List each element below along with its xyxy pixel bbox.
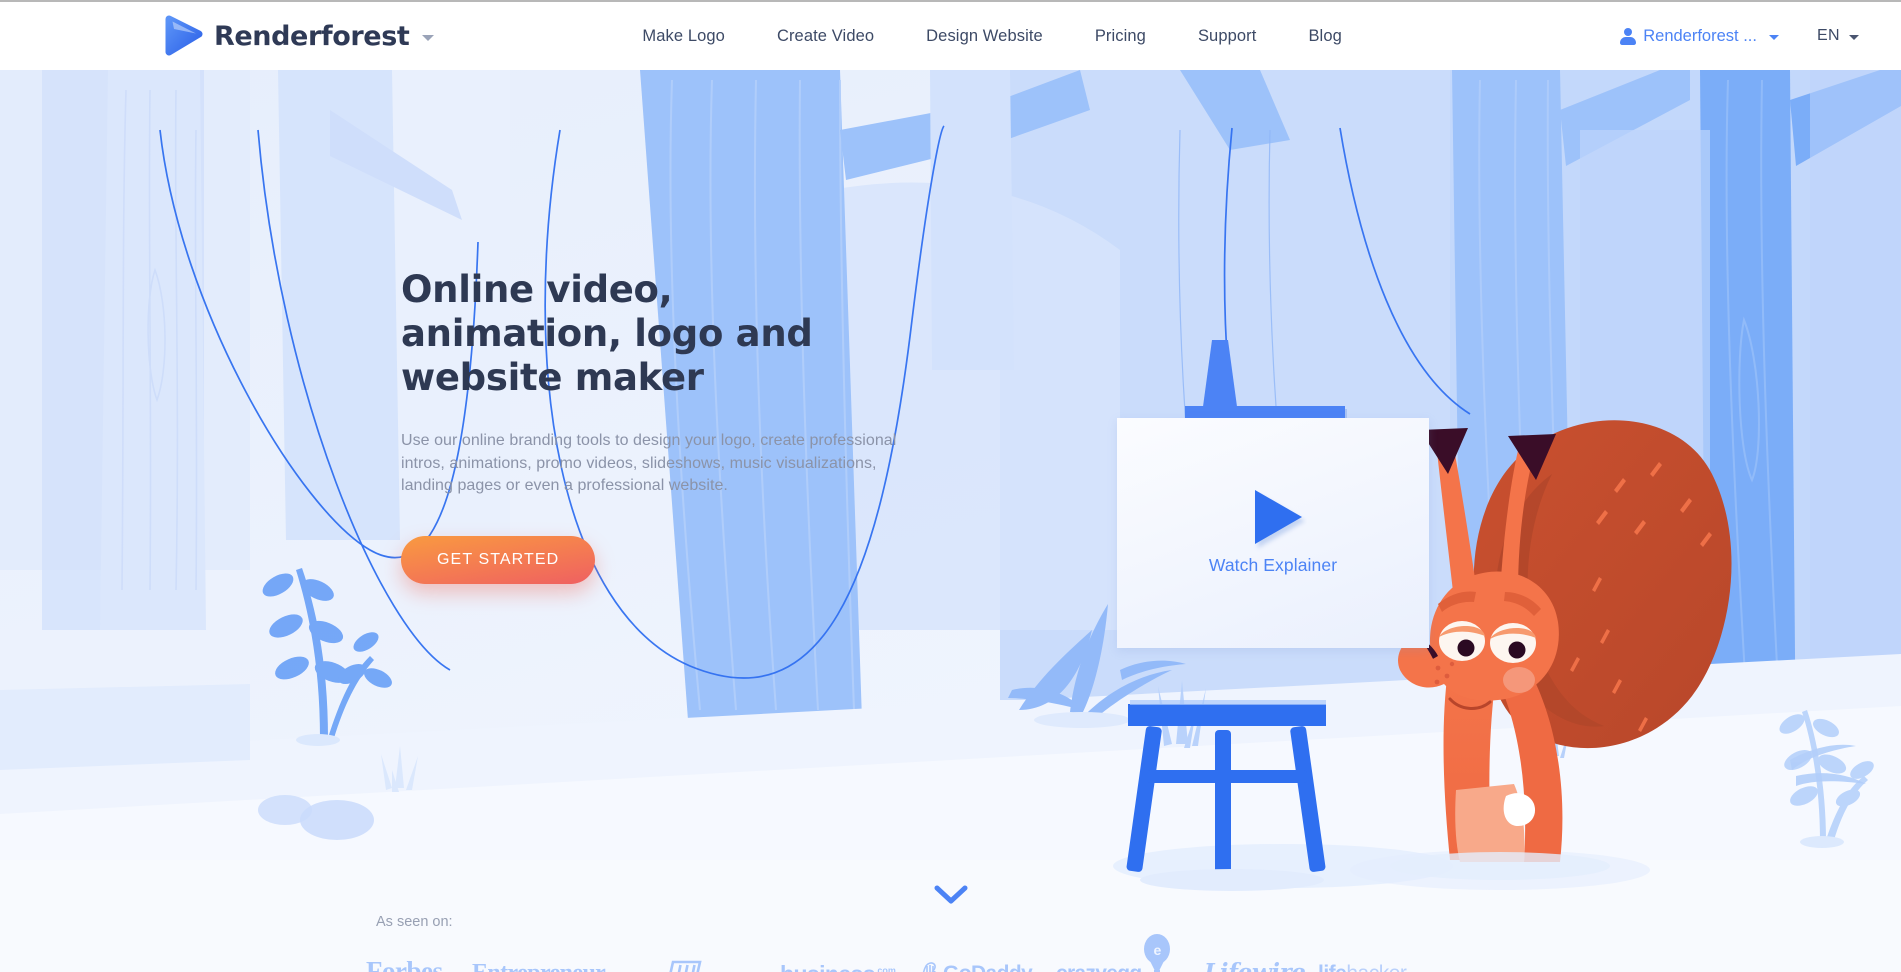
header-right-group: Renderforest ... EN <box>1620 27 1859 46</box>
press-logo-muo[interactable] <box>664 958 704 972</box>
hero-section: Online video, animation, logo and websit… <box>0 70 1901 972</box>
play-icon <box>1254 490 1302 544</box>
page-title: Online video, animation, logo and websit… <box>401 268 813 399</box>
press-logo-godaddy[interactable]: GoDaddy <box>920 961 1033 972</box>
press-logo-crazyegg[interactable]: crazyegg™ e <box>1056 934 1170 972</box>
hero-subtitle: Use our online branding tools to design … <box>401 432 897 494</box>
press-label: As seen on: <box>376 914 453 930</box>
explainer-board: Watch Explainer <box>1117 406 1429 648</box>
svg-text:e: e <box>1153 942 1161 958</box>
hero-copy: Online video, animation, logo and websit… <box>401 268 1001 584</box>
brand-name: Renderforest <box>214 20 410 52</box>
language-label: EN <box>1816 27 1840 44</box>
get-started-button[interactable]: GET STARTED <box>401 535 596 584</box>
press-logo-business-text: business <box>780 961 876 972</box>
account-chevron-down-icon <box>1768 35 1779 40</box>
press-logo-forbes[interactable]: Forbes <box>366 956 443 972</box>
nav-item-pricing[interactable]: Pricing <box>1095 27 1146 46</box>
watch-explainer-button[interactable]: Watch Explainer <box>1117 418 1429 648</box>
nav-item-design-website[interactable]: Design Website <box>926 27 1043 46</box>
language-chevron-down-icon <box>1849 35 1859 40</box>
press-logo-business[interactable]: business.com <box>780 961 896 972</box>
account-name: Renderforest ... <box>1643 26 1757 45</box>
brand-chevron-down-icon[interactable] <box>422 35 435 41</box>
press-logo-lifehacker[interactable]: lifehacker <box>1318 962 1407 972</box>
page-root: Renderforest Make Logo Create Video Desi… <box>0 0 1901 972</box>
watch-explainer-label: Watch Explainer <box>1208 555 1338 575</box>
nav-item-make-logo[interactable]: Make Logo <box>642 27 725 46</box>
person-icon <box>1620 27 1637 45</box>
language-selector[interactable]: EN <box>1817 27 1859 45</box>
nav-item-support[interactable]: Support <box>1198 27 1257 46</box>
press-logo-business-tld: .com <box>874 965 896 972</box>
press-logo-lifehacker-life: life <box>1318 962 1347 972</box>
press-logo-entrepreneur[interactable]: Entrepreneur <box>472 960 606 972</box>
scroll-down-chevron-down-icon[interactable] <box>934 885 968 905</box>
site-header: Renderforest Make Logo Create Video Desi… <box>0 2 1901 70</box>
press-logo-crazyegg-text: crazyegg <box>1056 962 1142 972</box>
nav-item-create-video[interactable]: Create Video <box>777 27 874 46</box>
brand-logo[interactable]: Renderforest <box>165 15 435 57</box>
browser-top-edge <box>0 0 1901 2</box>
press-logo-lifehacker-hacker: hacker <box>1346 962 1407 972</box>
main-nav: Make Logo Create Video Design Website Pr… <box>642 27 1342 46</box>
account-menu[interactable]: Renderforest ... <box>1620 27 1779 46</box>
nav-item-blog[interactable]: Blog <box>1308 27 1341 46</box>
press-logo-godaddy-text: GoDaddy <box>943 962 1033 972</box>
press-logo-lifewire[interactable]: Lifewire <box>1204 959 1306 972</box>
press-logo-list: Forbes Entrepreneur business.com <box>366 934 1486 972</box>
play-triangle-logo-icon <box>165 15 203 57</box>
